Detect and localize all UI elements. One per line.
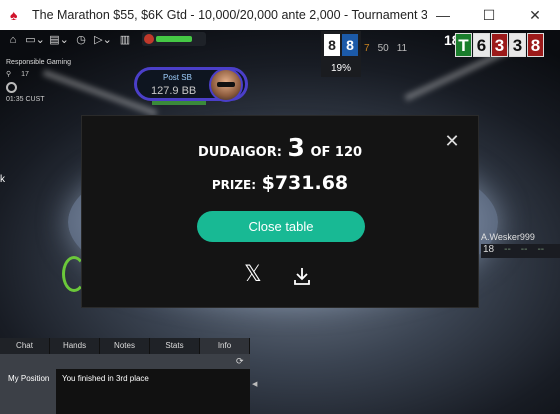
window-title: The Marathon $55, $6K Gtd - 10,000/20,00…	[32, 8, 427, 22]
tournament-clock: 01:35 CUST	[6, 96, 45, 103]
tab-stats[interactable]: Stats	[150, 338, 200, 354]
download-icon[interactable]	[292, 266, 312, 286]
responsible-gaming-link[interactable]: Responsible Gaming	[6, 59, 71, 66]
spade-icon: ♠	[10, 7, 18, 23]
board-card: 6	[473, 33, 490, 57]
tab-info[interactable]: Info	[200, 338, 250, 354]
hero-seat[interactable]: Post SB 127.9 BB	[134, 67, 248, 102]
title-bar: ♠ The Marathon $55, $6K Gtd - 10,000/20,…	[0, 0, 560, 30]
replay-icon[interactable]: ▷⌄	[92, 32, 114, 48]
info-panel: Chat Hands Notes Stats Info ⟳ My Positio…	[0, 338, 250, 414]
time-bank-fill	[156, 36, 192, 42]
close-table-button[interactable]: Close table	[197, 211, 365, 242]
finish-position: DUDAIGOR: 3 OF 120	[197, 133, 363, 162]
board-card: 3	[509, 33, 526, 57]
board-card: 8	[527, 33, 544, 57]
hole-card: 8	[342, 34, 358, 56]
timer-icon	[6, 82, 17, 93]
clock-icon[interactable]: ◷	[72, 32, 90, 48]
tab-chat[interactable]: Chat	[0, 338, 50, 354]
refresh-icon[interactable]: ⟳	[236, 356, 246, 366]
chat-bubble-icon[interactable]: ▭⌄	[24, 32, 46, 48]
x-share-icon[interactable]: 𝕏	[244, 264, 266, 286]
collapse-arrow-icon[interactable]: ◀	[252, 380, 257, 388]
panel-tabs: Chat Hands Notes Stats Info	[0, 338, 250, 354]
prize-line: PRIZE: $731.68	[211, 172, 349, 194]
left-player-fragment: k	[0, 174, 5, 185]
my-position-value: You finished in 3rd place	[56, 369, 250, 414]
tournament-result-dialog: ✕ DUDAIGOR: 3 OF 120 PRIZE: $731.68 Clos…	[81, 115, 479, 308]
minimize-button[interactable]: —	[420, 0, 466, 30]
player-icon: ⚲	[6, 71, 12, 78]
stack-numbers: 7 50 11	[364, 43, 408, 54]
hole-card: 8	[324, 34, 340, 56]
seat-stack: 127.9 BB	[151, 85, 197, 97]
opponent-stats: 18 -- -- --	[481, 244, 560, 258]
my-position-label: My Position	[8, 374, 50, 383]
close-window-button[interactable]: ✕	[512, 0, 558, 30]
players-count: ⚲ 17	[6, 70, 29, 79]
tab-notes[interactable]: Notes	[100, 338, 150, 354]
maximize-button[interactable]: ☐	[466, 0, 512, 30]
board-cards: T 6 3 3 8	[455, 33, 544, 57]
table-toolbar: ⌂ ▭⌄ ▤⌄ ◷ ▷⌄ ▥	[0, 30, 134, 50]
seat-timer-bar	[152, 101, 206, 105]
info-body: ⟳ My Position You finished in 3rd place	[0, 354, 250, 414]
home-icon[interactable]: ⌂	[4, 32, 22, 48]
seat-position: Post SB	[163, 73, 192, 82]
document-icon[interactable]: ▥	[116, 32, 134, 48]
tab-hands[interactable]: Hands	[50, 338, 100, 354]
layout-icon[interactable]: ▤⌄	[48, 32, 70, 48]
board-card: T	[455, 33, 472, 57]
hand-strength-box: 8 8 19%	[321, 31, 361, 77]
opponent-name[interactable]: A.Wesker999	[481, 232, 535, 242]
time-bank-bar	[142, 32, 206, 46]
equity-percent: 19%	[330, 63, 351, 74]
record-icon	[144, 34, 154, 44]
board-card: 3	[491, 33, 508, 57]
avatar	[209, 68, 243, 102]
